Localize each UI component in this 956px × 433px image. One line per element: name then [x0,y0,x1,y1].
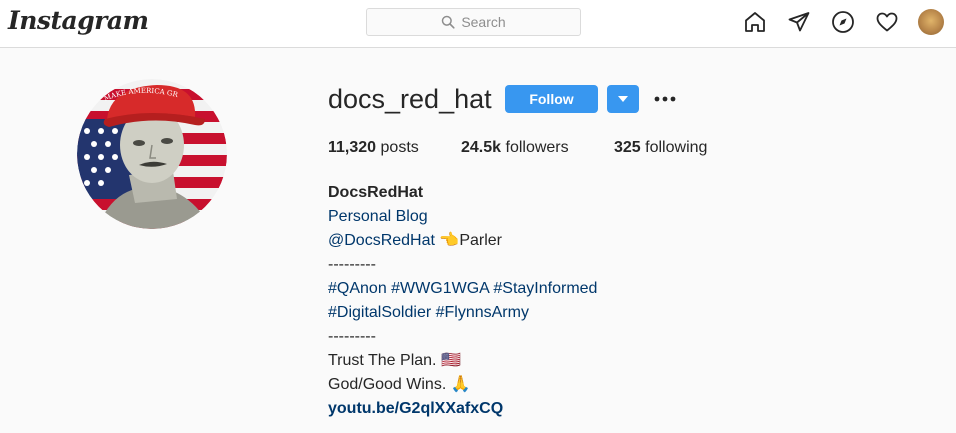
bio-external-link[interactable]: youtu.be/G2qlXXafxCQ [328,397,597,421]
search-placeholder: Search [461,14,506,30]
instagram-logo[interactable]: Instagram [8,6,149,35]
bio-handle-link[interactable]: @DocsRedHat [328,232,435,249]
bio-handle-suffix: Parler [459,232,503,249]
profile-avatar: MAKE AMERICA GREAT AGAIN [77,79,227,229]
posts-stat: 11,320 posts [328,139,419,157]
bio-full-name: DocsRedHat [328,184,424,201]
following-stat[interactable]: 325 following [614,139,707,157]
bio-separator: --------- [328,328,376,345]
home-icon[interactable] [742,9,768,35]
following-label: following [645,139,708,156]
profile-bio: DocsRedHat Personal Blog @DocsRedHat 👈Pa… [328,181,597,421]
followers-count: 24.5k [461,139,502,156]
bio-trust-line: Trust The Plan. 🇺🇸 [328,349,597,373]
profile-username: docs_red_hat [328,84,492,114]
followers-label: followers [505,139,569,156]
top-navigation-bar: Instagram Search [0,0,956,48]
explore-compass-icon[interactable] [830,9,856,35]
bio-separator: --------- [328,256,376,273]
search-icon [442,15,455,29]
followers-stat[interactable]: 24.5k followers [461,139,569,157]
more-options-button[interactable] [651,88,679,110]
suggested-dropdown-button[interactable] [607,85,639,113]
follow-button[interactable]: Follow [505,85,598,113]
ellipsis-icon [654,96,676,102]
profile-avatar-small[interactable] [918,9,944,35]
activity-heart-icon[interactable] [874,9,900,35]
direct-message-icon[interactable] [786,9,812,35]
search-input[interactable]: Search [366,8,581,36]
triangle-down-icon [618,96,628,102]
us-flag-emoji-icon: 🇺🇸 [440,352,461,369]
following-count: 325 [614,139,641,156]
posts-label: posts [380,139,419,156]
bio-god-line: God/Good Wins. 🙏 [328,373,597,397]
praying-hands-emoji-icon: 🙏 [450,376,471,393]
nav-icons [724,9,944,35]
pointing-hand-emoji-icon: 👈 [439,232,460,249]
bio-hashtags[interactable]: #QAnon #WWG1WGA #StayInformed [328,277,597,301]
bio-god-text: God/Good Wins. [328,376,447,393]
bio-handle-line: @DocsRedHat 👈Parler [328,229,597,253]
bio-hashtags[interactable]: #DigitalSoldier #FlynnsArmy [328,301,597,325]
bio-trust-text: Trust The Plan. [328,352,437,369]
bio-category: Personal Blog [328,208,428,225]
posts-count: 11,320 [328,139,377,156]
